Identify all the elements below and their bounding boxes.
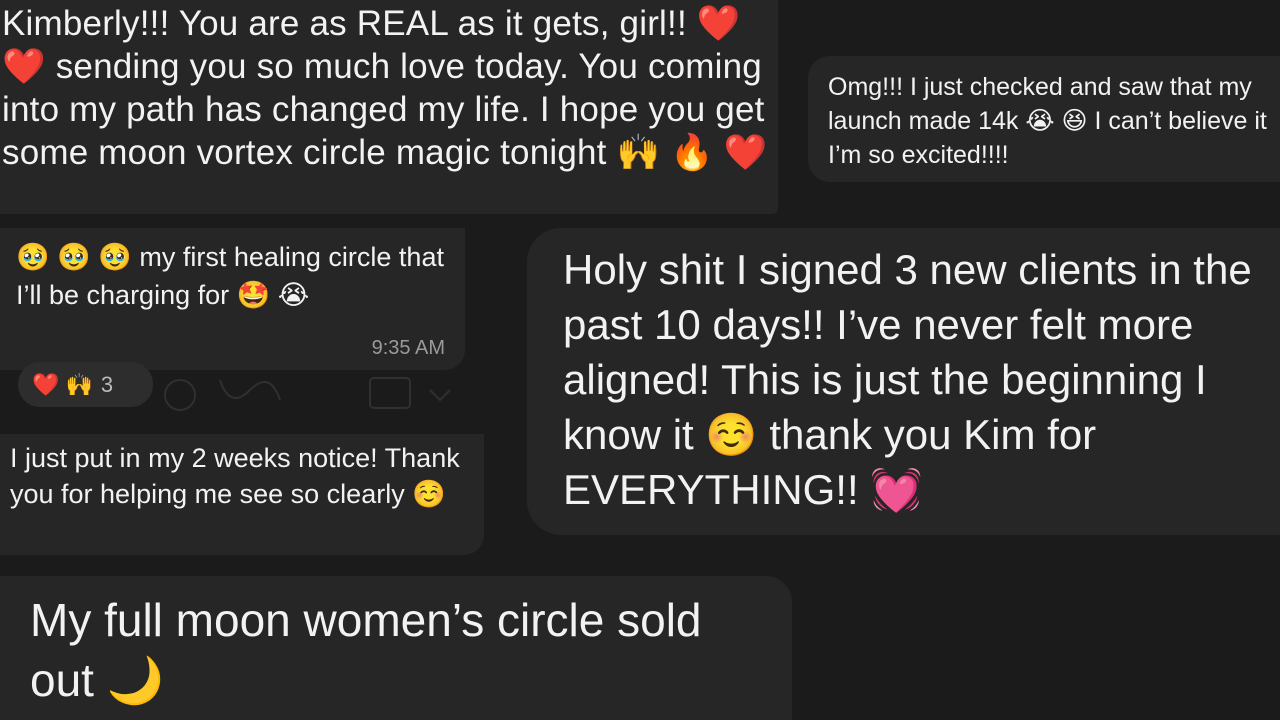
message-text: I just put in my 2 weeks notice! Thank y… [10,443,460,509]
reaction-emojis: ❤️ 🙌 [32,371,93,397]
message-text: Omg!!! I just checked and saw that my la… [828,73,1267,169]
timestamp: 9:35 AM [371,337,445,359]
reaction-count: 3 [100,371,114,397]
chat-wallpaper-doodle [164,377,451,411]
message-bubble-two-weeks-notice[interactable]: I just put in my 2 weeks notice! Thank y… [0,434,484,555]
message-bubble-sold-out[interactable]: My full moon women’s circle sold out 🌙 [0,576,792,720]
message-bubble-healing-circle[interactable]: 🥹 🥹 🥹 my first healing circle that I’ll … [0,228,465,370]
reaction-pill[interactable]: ❤️ 🙌 3 [18,362,153,407]
message-text: My full moon women’s circle sold out 🌙 [30,594,702,706]
message-text: Holy shit I signed 3 new clients in the … [563,246,1252,513]
message-text: 🥹 🥹 🥹 my first healing circle that I’ll … [16,242,444,310]
message-bubble-new-clients[interactable]: Holy shit I signed 3 new clients in the … [527,228,1280,535]
message-bubble-kimberly[interactable]: Kimberly!!! You are as REAL as it gets, … [0,0,778,214]
message-text: Kimberly!!! You are as REAL as it gets, … [2,4,768,172]
message-bubble-launch[interactable]: Omg!!! I just checked and saw that my la… [808,56,1280,182]
